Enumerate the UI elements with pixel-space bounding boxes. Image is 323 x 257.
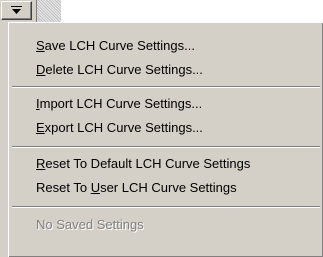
menu-separator — [12, 146, 320, 148]
menu-separator — [12, 206, 320, 208]
chevron-down-icon — [11, 6, 22, 14]
menu-item-import[interactable]: Import LCH Curve Settings... — [36, 95, 202, 113]
menu-item-no-saved-settings: No Saved Settings — [36, 217, 144, 232]
menu-separator — [12, 86, 320, 88]
popup-menu: Save LCH Curve Settings... Delete LCH Cu… — [8, 22, 323, 257]
menu-item-export[interactable]: Export LCH Curve Settings... — [36, 119, 203, 137]
dropdown-button[interactable] — [1, 1, 32, 20]
menu-item-reset-user[interactable]: Reset To User LCH Curve Settings — [36, 179, 237, 197]
menu-item-reset-default[interactable]: Reset To Default LCH Curve Settings — [36, 155, 250, 173]
menu-item-save[interactable]: Save LCH Curve Settings... — [36, 37, 195, 55]
menu-item-delete[interactable]: Delete LCH Curve Settings... — [36, 61, 203, 79]
